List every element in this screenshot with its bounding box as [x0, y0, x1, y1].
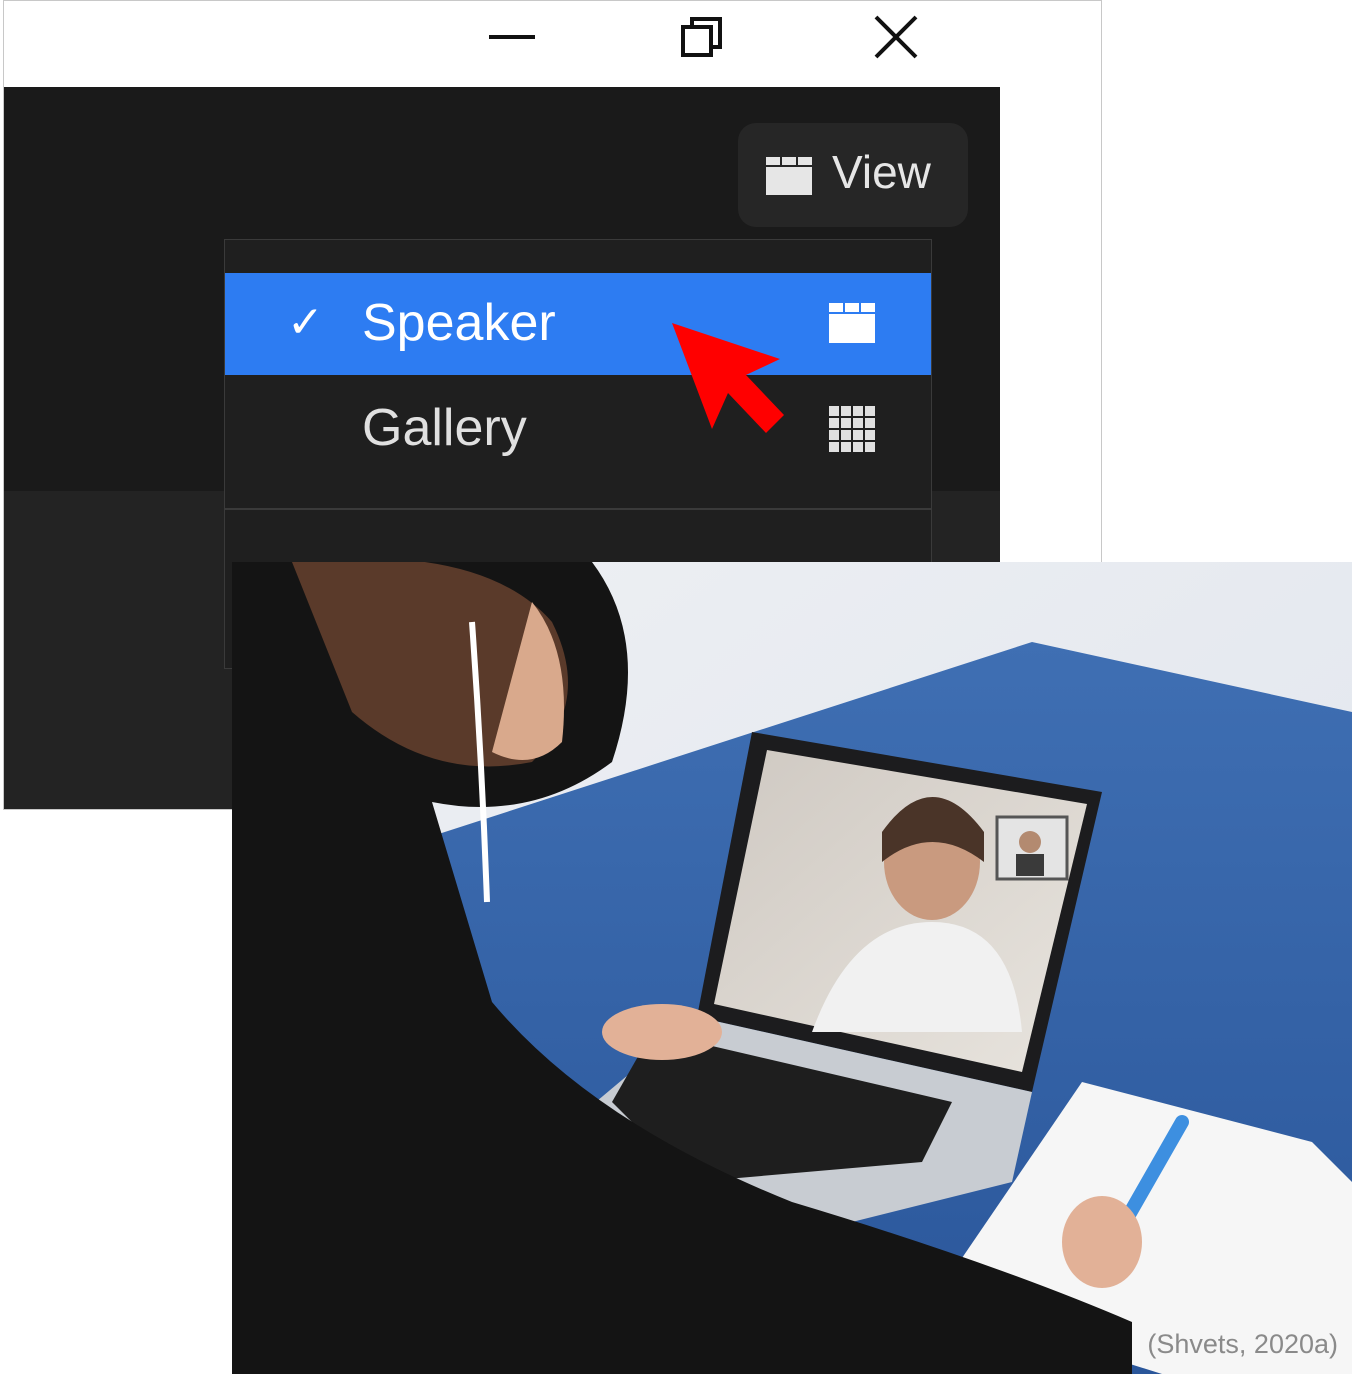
checkmark-icon: ✓ — [287, 297, 324, 348]
menu-item-speaker-label: Speaker — [362, 294, 556, 352]
title-bar — [4, 1, 1101, 87]
restore-button[interactable] — [672, 9, 732, 65]
speaker-view-icon — [766, 157, 812, 195]
minimize-button[interactable] — [482, 9, 542, 65]
gallery-grid-icon — [829, 406, 875, 452]
video-call-illustration — [232, 562, 1352, 1374]
photo-credit: (Shvets, 2020a) — [1147, 1329, 1338, 1359]
menu-item-gallery[interactable]: Gallery — [225, 378, 931, 480]
menu-divider — [225, 508, 931, 510]
red-cursor-arrow — [672, 323, 784, 433]
menu-item-gallery-label: Gallery — [362, 399, 527, 457]
video-call-photo: (Shvets, 2020a) — [232, 562, 1352, 1374]
minimize-icon — [489, 35, 535, 39]
speaker-view-icon — [829, 303, 875, 343]
close-icon — [874, 15, 918, 59]
close-button[interactable] — [866, 9, 926, 65]
view-button[interactable]: View — [738, 123, 968, 227]
restore-icon — [681, 17, 722, 57]
menu-item-speaker[interactable]: ✓ Speaker — [225, 273, 931, 375]
view-button-label: View — [832, 146, 931, 198]
